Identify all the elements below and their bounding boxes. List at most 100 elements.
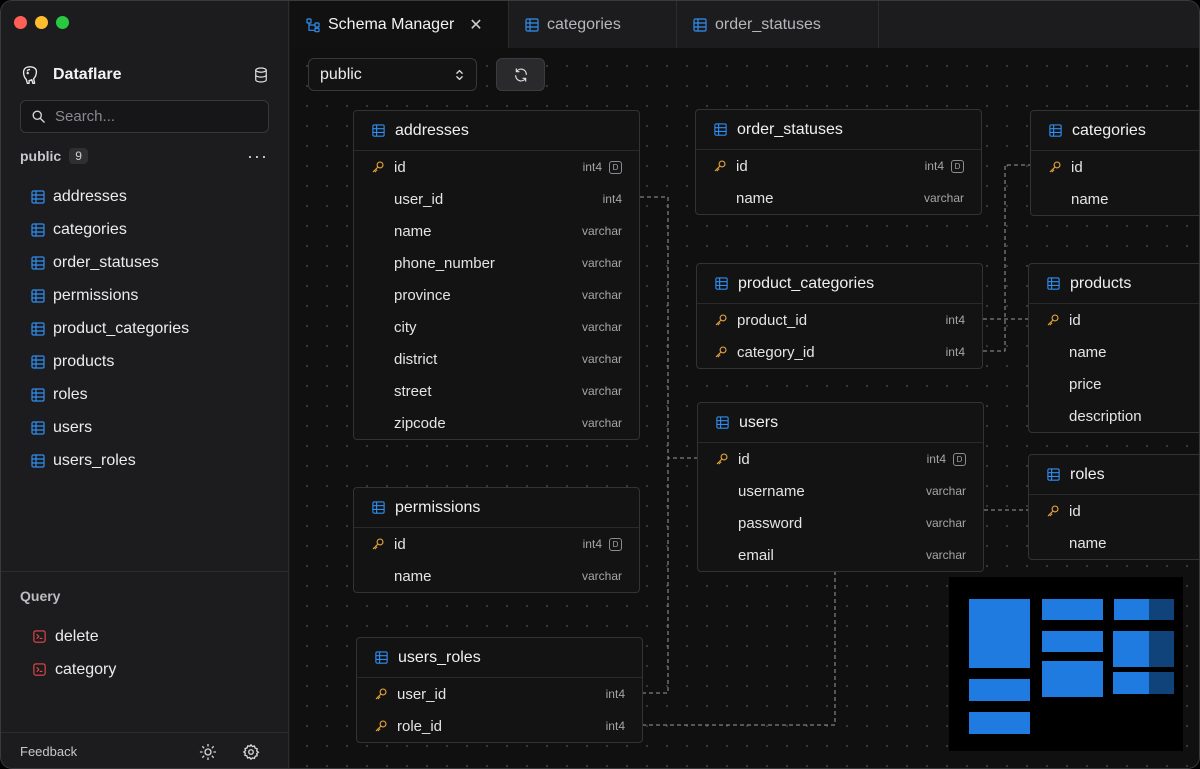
table-card-roles[interactable]: roles id name [1028,454,1199,560]
table-card-title: users_roles [398,648,481,666]
table-card-users-roles[interactable]: users_roles user_id int4 role_id int4 [356,637,643,743]
table-card-header[interactable]: addresses [354,111,639,151]
feedback-link[interactable]: Feedback [20,744,77,759]
table-card-title: order_statuses [737,120,843,138]
column-row[interactable]: role_id int4 [357,710,642,742]
minimap-viewport-mask [1149,577,1183,751]
theme-toggle-sun-icon[interactable] [199,743,217,761]
column-row[interactable]: id int4 D [354,151,639,183]
tab-categories[interactable]: categories [509,1,677,48]
column-row[interactable]: price [1029,368,1199,400]
column-row[interactable]: name varchar [354,215,639,247]
column-row[interactable]: district varchar [354,343,639,375]
more-options-button[interactable]: ··· [247,147,268,165]
settings-gear-icon[interactable] [242,743,260,761]
column-type: varchar [581,256,622,270]
column-row[interactable]: name varchar [696,182,981,214]
refresh-icon [514,67,527,82]
close-window-button[interactable] [14,16,27,29]
table-icon [31,321,45,336]
column-row[interactable]: product_id int4 [697,304,982,336]
zoom-window-button[interactable] [56,16,69,29]
column-type: varchar [581,288,622,302]
column-row[interactable]: id int4 D [696,150,981,182]
table-card-header[interactable]: users [698,403,983,443]
table-card-header[interactable]: product_categories [697,264,982,304]
table-card-addresses[interactable]: addresses id int4 Duser_id int4 name varchar ph… [353,110,640,440]
sidebar-item-product-categories[interactable]: product_categories [30,312,278,345]
table-card-header[interactable]: permissions [354,488,639,528]
table-card-categories[interactable]: categories id name [1030,110,1199,216]
minimap[interactable] [949,577,1183,751]
connection-header: Dataflare [19,63,270,87]
table-card-header[interactable]: roles [1029,455,1199,495]
query-icon [33,630,46,643]
table-card-order-statuses[interactable]: order_statuses id int4 Dname varchar [695,109,982,215]
column-name: province [394,286,451,304]
table-card-products[interactable]: products id name price description [1028,263,1199,433]
column-row[interactable]: id [1029,304,1199,336]
column-row[interactable]: street varchar [354,375,639,407]
column-row[interactable]: name [1029,336,1199,368]
tab-order-statuses[interactable]: order_statuses [677,1,879,48]
column-row[interactable]: city varchar [354,311,639,343]
query-item-label: category [55,660,117,678]
column-row[interactable]: description [1029,400,1199,432]
column-name: role_id [397,717,443,735]
column-type: varchar [581,320,622,334]
minimize-window-button[interactable] [35,16,48,29]
sidebar-item-categories[interactable]: categories [30,213,278,246]
table-card-title: roles [1070,465,1105,483]
sidebar-item-permissions[interactable]: permissions [30,279,278,312]
column-row[interactable]: username varchar [698,475,983,507]
column-row[interactable]: phone_number varchar [354,247,639,279]
column-row[interactable]: name [1031,183,1199,215]
schema-select[interactable]: public [308,58,477,91]
table-card-permissions[interactable]: permissions id int4 Dname varchar [353,487,640,593]
tab-label: Schema Manager [328,15,455,33]
sidebar-item-label: products [53,352,115,370]
column-row[interactable]: id [1029,495,1199,527]
table-card-header[interactable]: order_statuses [696,110,981,150]
table-card-product-categories[interactable]: product_categories product_id int4 category… [696,263,983,369]
sidebar-item-users-roles[interactable]: users_roles [30,444,278,477]
close-tab-icon[interactable]: ✕ [469,15,482,35]
table-icon [31,354,45,369]
sidebar-item-addresses[interactable]: addresses [30,180,278,213]
column-row[interactable]: zipcode varchar [354,407,639,439]
tab-schema-manager[interactable]: Schema Manager ✕ [290,1,509,48]
table-card-users[interactable]: users id int4 Dusername varchar password varch… [697,402,984,572]
sidebar-item-roles[interactable]: roles [30,378,278,411]
table-card-header[interactable]: products [1029,264,1199,304]
key-icon [714,160,726,172]
column-row[interactable]: province varchar [354,279,639,311]
refresh-button[interactable] [496,58,545,91]
column-row[interactable]: name varchar [354,560,639,592]
sidebar-item-users[interactable]: users [30,411,278,444]
column-name: name [394,567,432,585]
table-card-header[interactable]: categories [1031,111,1199,151]
column-row[interactable]: id int4 D [698,443,983,475]
sidebar-item-label: categories [53,220,127,238]
column-row[interactable]: email varchar [698,539,983,571]
column-type: int4 [926,452,946,466]
table-icon [31,189,45,204]
sidebar-item-order-statuses[interactable]: order_statuses [30,246,278,279]
schema-canvas[interactable]: public addresses id int4 Duser_id int4 name va… [290,48,1199,768]
table-card-header[interactable]: users_roles [357,638,642,678]
database-icon[interactable] [252,66,270,84]
column-row[interactable]: id [1031,151,1199,183]
sidebar-item-products[interactable]: products [30,345,278,378]
column-row[interactable]: password varchar [698,507,983,539]
column-row[interactable]: user_id int4 [354,183,639,215]
column-row[interactable]: category_id int4 [697,336,982,368]
column-name: password [738,514,803,532]
column-row[interactable]: user_id int4 [357,678,642,710]
table-card-title: product_categories [738,274,875,292]
query-item-delete[interactable]: delete [32,620,116,653]
column-row[interactable]: name [1029,527,1199,559]
search-input[interactable] [55,108,255,125]
query-item-category[interactable]: category [32,653,116,686]
column-row[interactable]: id int4 D [354,528,639,560]
postgres-elephant-icon [22,66,38,84]
